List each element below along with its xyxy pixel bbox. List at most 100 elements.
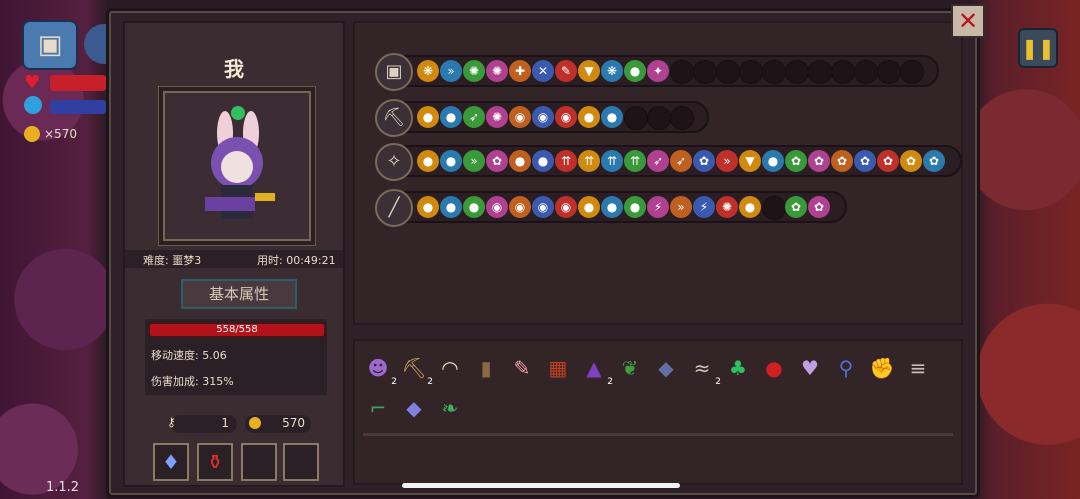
upgrade-chip-icon[interactable]: ✿ [808,196,830,218]
upgrade-chip-icon[interactable]: ◉ [486,196,508,218]
pickaxe-icon[interactable]: ⛏ [375,99,413,137]
empty-upgrade-slot[interactable] [900,60,924,84]
boot-icon[interactable]: ⌐ [363,393,393,423]
upgrade-chip-icon[interactable]: ● [739,196,761,218]
empty-upgrade-slot[interactable] [877,60,901,84]
upgrade-chip-icon[interactable]: ● [601,106,623,128]
basic-attributes-tab[interactable]: 基本属性 [181,279,297,309]
upgrade-chip-icon[interactable]: ● [532,150,554,172]
consumable-slot-1[interactable]: ♦ [153,443,189,481]
empty-upgrade-slot[interactable] [854,60,878,84]
witch-hat-icon[interactable]: ▲ 2 [579,353,613,387]
upgrade-chip-icon[interactable]: ✿ [693,150,715,172]
upgrade-chip-icon[interactable]: ✿ [486,150,508,172]
purple-hair-icon[interactable]: ☻ 2 [363,353,397,387]
spear-icon[interactable]: ╱ [375,189,413,227]
upgrade-chip-icon[interactable]: ⇈ [555,150,577,172]
upgrade-chip-icon[interactable]: » [440,60,462,82]
upgrade-chip-icon[interactable]: ◉ [509,196,531,218]
upgrade-chip-icon[interactable]: ✦ [647,60,669,82]
upgrade-chip-icon[interactable]: ◉ [555,196,577,218]
upgrade-chip-icon[interactable]: ❋ [417,60,439,82]
upgrade-chip-icon[interactable]: ✿ [831,150,853,172]
upgrade-chip-icon[interactable]: ▼ [739,150,761,172]
consumable-slot-3[interactable] [241,443,277,481]
upgrade-chip-icon[interactable]: ● [440,196,462,218]
clover-icon[interactable]: ♣ [723,353,753,383]
upgrade-chip-icon[interactable]: ● [762,150,784,172]
upgrade-chip-icon[interactable]: ✿ [785,196,807,218]
upgrade-chip-icon[interactable]: ⚡ [693,196,715,218]
upgrade-chip-icon[interactable]: ✕ [532,60,554,82]
plant-icon[interactable]: ❦ [615,353,645,383]
staff-icon[interactable]: ✧ [375,143,413,181]
empty-upgrade-slot[interactable] [831,60,855,84]
red-orb-icon[interactable]: ● [759,353,789,383]
upgrade-chip-icon[interactable]: ◉ [532,196,554,218]
upgrade-chip-icon[interactable]: ● [440,106,462,128]
empty-upgrade-slot[interactable] [739,60,763,84]
close-button[interactable]: ✕ [951,4,985,38]
upgrade-chip-icon[interactable]: ✿ [854,150,876,172]
empty-upgrade-slot[interactable] [693,60,717,84]
upgrade-chip-icon[interactable]: ✿ [877,150,899,172]
pickaxe-icon[interactable]: ⛏ 2 [399,353,433,387]
empty-upgrade-slot[interactable] [624,106,648,130]
pause-button[interactable]: ❚❚ [1018,28,1058,68]
upgrade-chip-icon[interactable]: ● [463,196,485,218]
upgrade-chip-icon[interactable]: ✿ [923,150,945,172]
consumable-slot-2[interactable]: ⚱ [197,443,233,481]
upgrade-chip-icon[interactable]: ❋ [601,60,623,82]
upgrade-chip-icon[interactable]: ● [417,196,439,218]
chest-icon[interactable]: ▣ [375,53,413,91]
empty-upgrade-slot[interactable] [670,106,694,130]
upgrade-chip-icon[interactable]: » [670,196,692,218]
ribcage-icon[interactable]: ≡ [903,353,933,383]
wand-icon[interactable]: ⚲ [831,353,861,383]
crystal-icon[interactable]: ◆ [399,393,429,423]
upgrade-chip-icon[interactable]: ⇈ [624,150,646,172]
upgrade-chip-icon[interactable]: ⇈ [578,150,600,172]
empty-upgrade-slot[interactable] [785,60,809,84]
hud-chest-icon[interactable]: ▣ [22,20,78,70]
upgrade-chip-icon[interactable]: ◉ [555,106,577,128]
upgrade-chip-icon[interactable]: ➶ [463,106,485,128]
upgrade-chip-icon[interactable]: ✎ [555,60,577,82]
upgrade-chip-icon[interactable]: ● [417,106,439,128]
upgrade-chip-icon[interactable]: ● [578,106,600,128]
cage-icon[interactable]: ▦ [543,353,573,383]
upgrade-chip-icon[interactable]: ◉ [532,106,554,128]
upgrade-chip-icon[interactable]: ● [417,150,439,172]
upgrade-chip-icon[interactable]: ✺ [463,60,485,82]
upgrade-chip-icon[interactable]: ⇈ [601,150,623,172]
upgrade-chip-icon[interactable]: » [463,150,485,172]
upgrade-chip-icon[interactable]: ✿ [785,150,807,172]
empty-upgrade-slot[interactable] [716,60,740,84]
feather-icon[interactable]: ✎ [507,353,537,383]
upgrade-chip-icon[interactable]: ● [509,150,531,172]
upgrade-chip-icon[interactable]: ✿ [808,150,830,172]
empty-upgrade-slot[interactable] [647,106,671,130]
upgrade-chip-icon[interactable]: ● [624,196,646,218]
bone-icon[interactable]: ≈2 [687,353,721,387]
empty-upgrade-slot[interactable] [808,60,832,84]
upgrade-chip-icon[interactable]: ➶ [647,150,669,172]
leaf-icon[interactable]: ❧ [435,393,465,423]
upgrade-chip-icon[interactable]: ⚡ [647,196,669,218]
upgrade-chip-icon[interactable]: ✺ [486,60,508,82]
upgrade-chip-icon[interactable]: ✺ [486,106,508,128]
stone-icon[interactable]: ◆ [651,353,681,383]
empty-upgrade-slot[interactable] [762,60,786,84]
upgrade-chip-icon[interactable]: ● [624,60,646,82]
upgrade-chip-icon[interactable]: ✺ [716,196,738,218]
consumable-slot-4[interactable] [283,443,319,481]
upgrade-chip-icon[interactable]: ● [440,150,462,172]
upgrade-chip-icon[interactable]: ● [578,196,600,218]
heart-mask-icon[interactable]: ♥ [795,353,825,383]
lantern-icon[interactable]: ▮ [471,353,501,383]
upgrade-chip-icon[interactable]: ➶ [670,150,692,172]
upgrade-chip-icon[interactable]: ◉ [509,106,531,128]
upgrade-chip-icon[interactable]: ✿ [900,150,922,172]
empty-upgrade-slot[interactable] [762,196,786,220]
upgrade-chip-icon[interactable]: ▼ [578,60,600,82]
